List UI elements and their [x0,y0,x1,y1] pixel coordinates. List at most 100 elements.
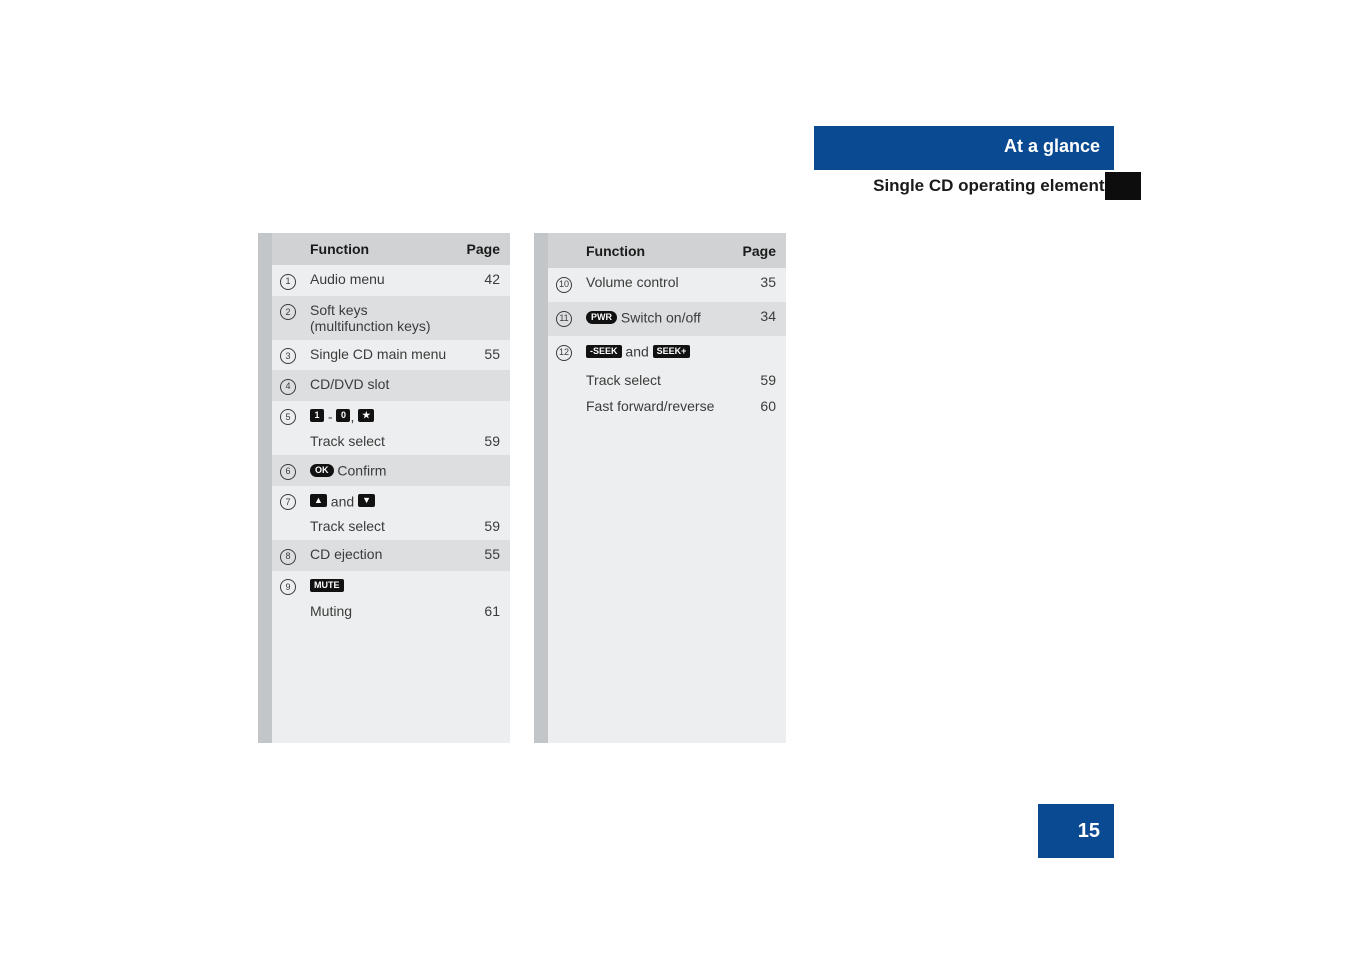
row-number-icon: 5 [280,409,296,425]
page-cell: 55 [457,540,510,571]
filler-cell [578,423,731,743]
table-row: Track select59 [534,370,786,397]
row-number-cell [272,601,302,625]
strip-col [534,233,548,268]
row-number-cell [548,370,578,397]
row-number-cell: 8 [272,540,302,571]
keycap-ok-icon: OK [310,464,334,477]
row-number-cell: 3 [272,340,302,371]
function-text: Track select [586,372,661,388]
table-row: 11PWR Switch on/off34 [534,302,786,336]
filler-cell [731,423,786,743]
row-number-cell: 5 [272,401,302,432]
page-col-header: Page [731,233,786,268]
keycap-0-icon: 0 [336,409,350,422]
row-number-icon: 11 [556,311,572,327]
section-tab-marker [1105,172,1141,200]
pwr-trail-text: Switch on/off [617,310,701,326]
function-cell: -SEEK and SEEK+ [578,336,731,370]
table-row: 7 and [258,486,510,517]
and-text: and [327,493,358,509]
table-filler-row [534,423,786,743]
function-text: Fast forward/reverse [586,398,714,414]
strip-col [258,455,272,486]
filler-cell [272,625,302,743]
table-row: 12 -SEEK and SEEK+ [534,336,786,370]
page-cell [457,571,510,602]
row-number-cell [272,516,302,540]
tables-container: FunctionPage1Audio menu422Soft keys(mult… [258,233,786,743]
strip-col [258,601,272,625]
page-cell: 42 [457,265,510,296]
function-cell: Fast forward/reverse [578,396,731,423]
function-text: Track select [310,433,385,449]
strip-col [534,268,548,302]
function-cell: Volume control [578,268,731,302]
function-cell: Single CD main menu [302,340,457,371]
function-col-header: Function [302,233,457,265]
row-number-cell: 7 [272,486,302,517]
function-text: Single CD main menu [310,346,446,362]
page-cell: 55 [457,340,510,371]
filler-cell [302,625,457,743]
function-cell: Track select [578,370,731,397]
strip-col [534,396,548,423]
function-cell: 1 - 0, [302,401,457,432]
page-cell [457,296,510,340]
function-text: CD ejection [310,546,382,562]
strip-col [258,625,272,743]
function-table-right: FunctionPage10Volume control3511PWR Swit… [534,233,786,743]
table-row: 1 Audio menu 42 [258,265,510,296]
function-text: Muting [310,603,352,619]
function-cell: CD/DVD slot [302,370,457,401]
ok-trail-text: Confirm [334,462,387,478]
num-col-header [548,233,578,268]
function-cell: Audio menu [302,265,457,296]
row-number-icon: 2 [280,304,296,320]
page-cell [457,370,510,401]
strip-col [534,336,548,370]
section-title: Single CD operating elements [873,176,1114,196]
page-cell: 59 [457,431,510,455]
strip-col [534,423,548,743]
row-number-icon: 4 [280,379,296,395]
function-cell: Track select [302,516,457,540]
function-text: Audio menu [310,271,385,287]
strip-col [258,540,272,571]
page-cell [457,486,510,517]
function-cell: CD ejection [302,540,457,571]
category-header-text: At a glance [1004,136,1100,156]
page-cell: 59 [457,516,510,540]
strip-col [258,571,272,602]
keycap-seek-plus-icon: SEEK+ [653,345,691,358]
table-row: 8 CD ejection 55 [258,540,510,571]
function-text: Track select [310,518,385,534]
row-number-cell: 1 [272,265,302,296]
function-text: CD/DVD slot [310,376,389,392]
strip-col [258,401,272,432]
strip-col [258,340,272,371]
strip-col [258,233,272,265]
category-header: At a glance [814,126,1114,170]
page-number: 15 [1078,820,1100,843]
table-row: 10Volume control35 [534,268,786,302]
row-number-icon: 12 [556,345,572,361]
function-cell: MUTE [302,571,457,602]
function-text: Volume control [586,274,679,290]
row-number-icon: 7 [280,494,296,510]
row-number-icon: 3 [280,348,296,364]
function-cell: and [302,486,457,517]
table-row: 6OK Confirm [258,455,510,486]
table-header-row: FunctionPage [534,233,786,268]
row-number-icon: 9 [280,579,296,595]
page-cell: 61 [457,601,510,625]
keycap-down-icon [358,494,375,507]
function-cell: Soft keys(multifunction keys) [302,296,457,340]
row-number-cell: 9 [272,571,302,602]
keycap-1-icon: 1 [310,409,324,422]
strip-col [258,516,272,540]
keycap-seek-minus-icon: -SEEK [586,345,622,358]
strip-col [534,302,548,336]
page-col-header: Page [457,233,510,265]
page-cell: 34 [731,302,786,336]
